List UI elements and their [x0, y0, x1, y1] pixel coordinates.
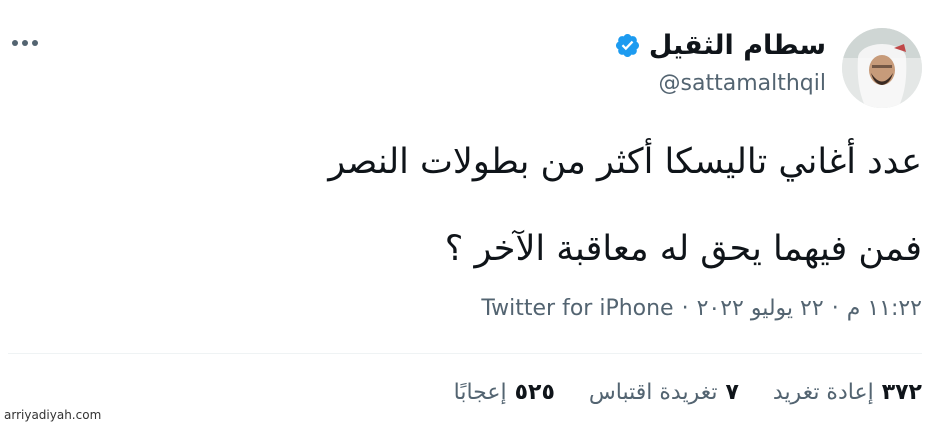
watermark: arriyadiyah.com [4, 408, 102, 422]
stat-label: إعجابًا [453, 380, 507, 405]
meta-separator: · [681, 296, 689, 321]
verified-badge-icon [614, 32, 641, 59]
tweet-time[interactable]: ١١:٢٢ م [847, 296, 922, 321]
stat-label: إعادة تغريد [772, 380, 874, 405]
tweet-source[interactable]: Twitter for iPhone [481, 296, 673, 321]
author-name-row: سطام الثقيل [614, 30, 826, 61]
tweet-text-line-1: عدد أغاني تاليسكا أكثر من بطولات النصر [328, 142, 922, 182]
more-dots-icon[interactable] [12, 40, 38, 46]
quote-tweets-stat[interactable]: ٧ تغريدة اقتباس [589, 380, 739, 405]
stat-count: ٧ [725, 380, 739, 405]
tweet-stats: ٣٧٢ إعادة تغريد ٧ تغريدة اقتباس ٥٢٥ إعجا… [454, 380, 922, 405]
tweet-date[interactable]: ٢٢ يوليو ٢٠٢٢ [697, 296, 824, 321]
retweets-stat[interactable]: ٣٧٢ إعادة تغريد [773, 380, 922, 405]
tweet-meta: ١١:٢٢ م · ٢٢ يوليو ٢٠٢٢ · Twitter for iP… [481, 296, 922, 321]
stat-label: تغريدة اقتباس [588, 380, 718, 405]
tweet-card: سطام الثقيل @sattamalthqil عدد أغاني تال… [0, 0, 950, 426]
meta-separator: · [831, 296, 839, 321]
stat-count: ٥٢٥ [514, 380, 555, 405]
tweet-text-line-2: فمن فيهما يحق له معاقبة الآخر ؟ [444, 229, 922, 269]
divider [8, 353, 922, 354]
stat-count: ٣٧٢ [881, 380, 922, 405]
likes-stat[interactable]: ٥٢٥ إعجابًا [454, 380, 555, 405]
author-handle[interactable]: @sattamalthqil [659, 71, 826, 96]
avatar[interactable] [842, 28, 922, 108]
author-display-name[interactable]: سطام الثقيل [649, 30, 826, 61]
